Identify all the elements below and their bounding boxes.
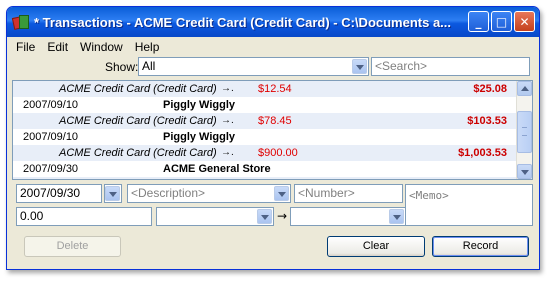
row-payee: Piggly Wiggly bbox=[163, 131, 236, 143]
menu-file[interactable]: File bbox=[10, 40, 41, 54]
chevron-down-icon[interactable] bbox=[274, 186, 289, 201]
clear-button[interactable]: Clear bbox=[327, 236, 425, 257]
row-date: 2007/09/30 bbox=[23, 163, 79, 175]
menu-bar: File Edit Window Help bbox=[7, 37, 539, 56]
row-amount: $900.00 bbox=[258, 147, 298, 159]
description-field[interactable]: <Description> bbox=[127, 184, 291, 203]
chevron-down-icon[interactable] bbox=[389, 209, 404, 224]
chevron-down-icon[interactable] bbox=[352, 59, 367, 74]
search-input[interactable]: <Search> bbox=[371, 57, 530, 76]
close-button[interactable]: ✕ bbox=[514, 11, 535, 32]
row-account: ACME Credit Card (Credit Card) bbox=[59, 147, 217, 159]
menu-window[interactable]: Window bbox=[74, 40, 129, 54]
row-date: 2007/09/10 bbox=[23, 99, 79, 111]
row-balance: $103.53 bbox=[467, 115, 507, 127]
row-amount: $12.54 bbox=[258, 83, 292, 95]
row-payee: Piggly Wiggly bbox=[163, 99, 236, 111]
transfer-arrow-icon: →. bbox=[221, 115, 234, 126]
show-filter-select[interactable]: All bbox=[138, 57, 369, 76]
row-balance: $1,059.46 bbox=[458, 179, 507, 180]
transaction-row[interactable]: 2007/09/30 ACME General Store bbox=[13, 161, 532, 177]
transaction-register[interactable]: ACME Credit Card (Credit Card) →. $12.54 $2… bbox=[12, 80, 533, 180]
to-account-select[interactable] bbox=[290, 207, 406, 226]
transactions-window: * Transactions - ACME Credit Card (Credi… bbox=[6, 6, 540, 270]
transaction-row[interactable]: 2007/09/10 Piggly Wiggly bbox=[13, 97, 532, 113]
title-bar[interactable]: * Transactions - ACME Credit Card (Credi… bbox=[7, 7, 539, 37]
from-account-select[interactable] bbox=[156, 207, 274, 226]
menu-help[interactable]: Help bbox=[129, 40, 166, 54]
calendar-dropdown-icon[interactable] bbox=[105, 186, 120, 201]
date-picker-button[interactable] bbox=[104, 184, 122, 203]
minimize-button[interactable]: _ bbox=[468, 11, 489, 32]
scroll-down-icon[interactable] bbox=[517, 164, 532, 179]
amount-field[interactable]: 0.00 bbox=[16, 207, 152, 226]
show-filter-value: All bbox=[142, 59, 156, 73]
filter-bar: Show: All <Search> bbox=[7, 56, 539, 78]
window-title: * Transactions - ACME Credit Card (Credi… bbox=[34, 14, 452, 30]
delete-button[interactable]: Delete bbox=[24, 236, 121, 257]
description-placeholder: <Description> bbox=[131, 186, 206, 200]
split-row[interactable]: ACME Credit Card (Credit Card) →. $78.45 $1… bbox=[13, 113, 532, 129]
split-row[interactable]: ACME Credit Card (Credit Card) →. $12.54 $2… bbox=[13, 81, 532, 97]
transfer-arrow-icon: →. bbox=[221, 179, 234, 180]
show-label: Show: bbox=[105, 60, 139, 74]
scroll-up-icon[interactable] bbox=[517, 81, 532, 96]
row-account: ACME Credit Card (Credit Card) bbox=[59, 115, 217, 127]
maximize-button[interactable]: □ bbox=[491, 11, 512, 32]
row-balance: $25.08 bbox=[473, 83, 507, 95]
app-icon bbox=[11, 14, 29, 30]
date-value: 2007/09/30 bbox=[20, 186, 81, 200]
memo-field[interactable]: <Memo> bbox=[405, 184, 533, 226]
scroll-thumb[interactable] bbox=[517, 111, 532, 153]
record-button[interactable]: Record bbox=[432, 236, 529, 257]
transaction-row[interactable]: 2007/09/10 Piggly Wiggly bbox=[13, 129, 532, 145]
transfer-arrow-icon: → bbox=[277, 209, 288, 223]
row-amount: $78.45 bbox=[258, 115, 292, 127]
transfer-arrow-icon: →. bbox=[221, 83, 234, 94]
row-account: ACME Credit Card (Credit Card) bbox=[59, 83, 217, 95]
row-date: 2007/09/10 bbox=[23, 131, 79, 143]
menu-edit[interactable]: Edit bbox=[41, 40, 74, 54]
number-field[interactable]: <Number> bbox=[294, 184, 403, 203]
row-balance: $1,003.53 bbox=[458, 147, 507, 159]
split-row[interactable]: ACME Credit Card (Credit Card) →. $55.93 $1… bbox=[13, 177, 532, 180]
row-payee: ACME General Store bbox=[163, 163, 271, 175]
row-amount: $55.93 bbox=[258, 179, 292, 180]
split-row[interactable]: ACME Credit Card (Credit Card) →. $900.00 $… bbox=[13, 145, 532, 161]
register-scrollbar[interactable] bbox=[516, 81, 532, 179]
chevron-down-icon[interactable] bbox=[257, 209, 272, 224]
row-account: ACME Credit Card (Credit Card) bbox=[59, 179, 217, 180]
date-field[interactable]: 2007/09/30 bbox=[16, 184, 102, 203]
transfer-arrow-icon: →. bbox=[221, 147, 234, 158]
